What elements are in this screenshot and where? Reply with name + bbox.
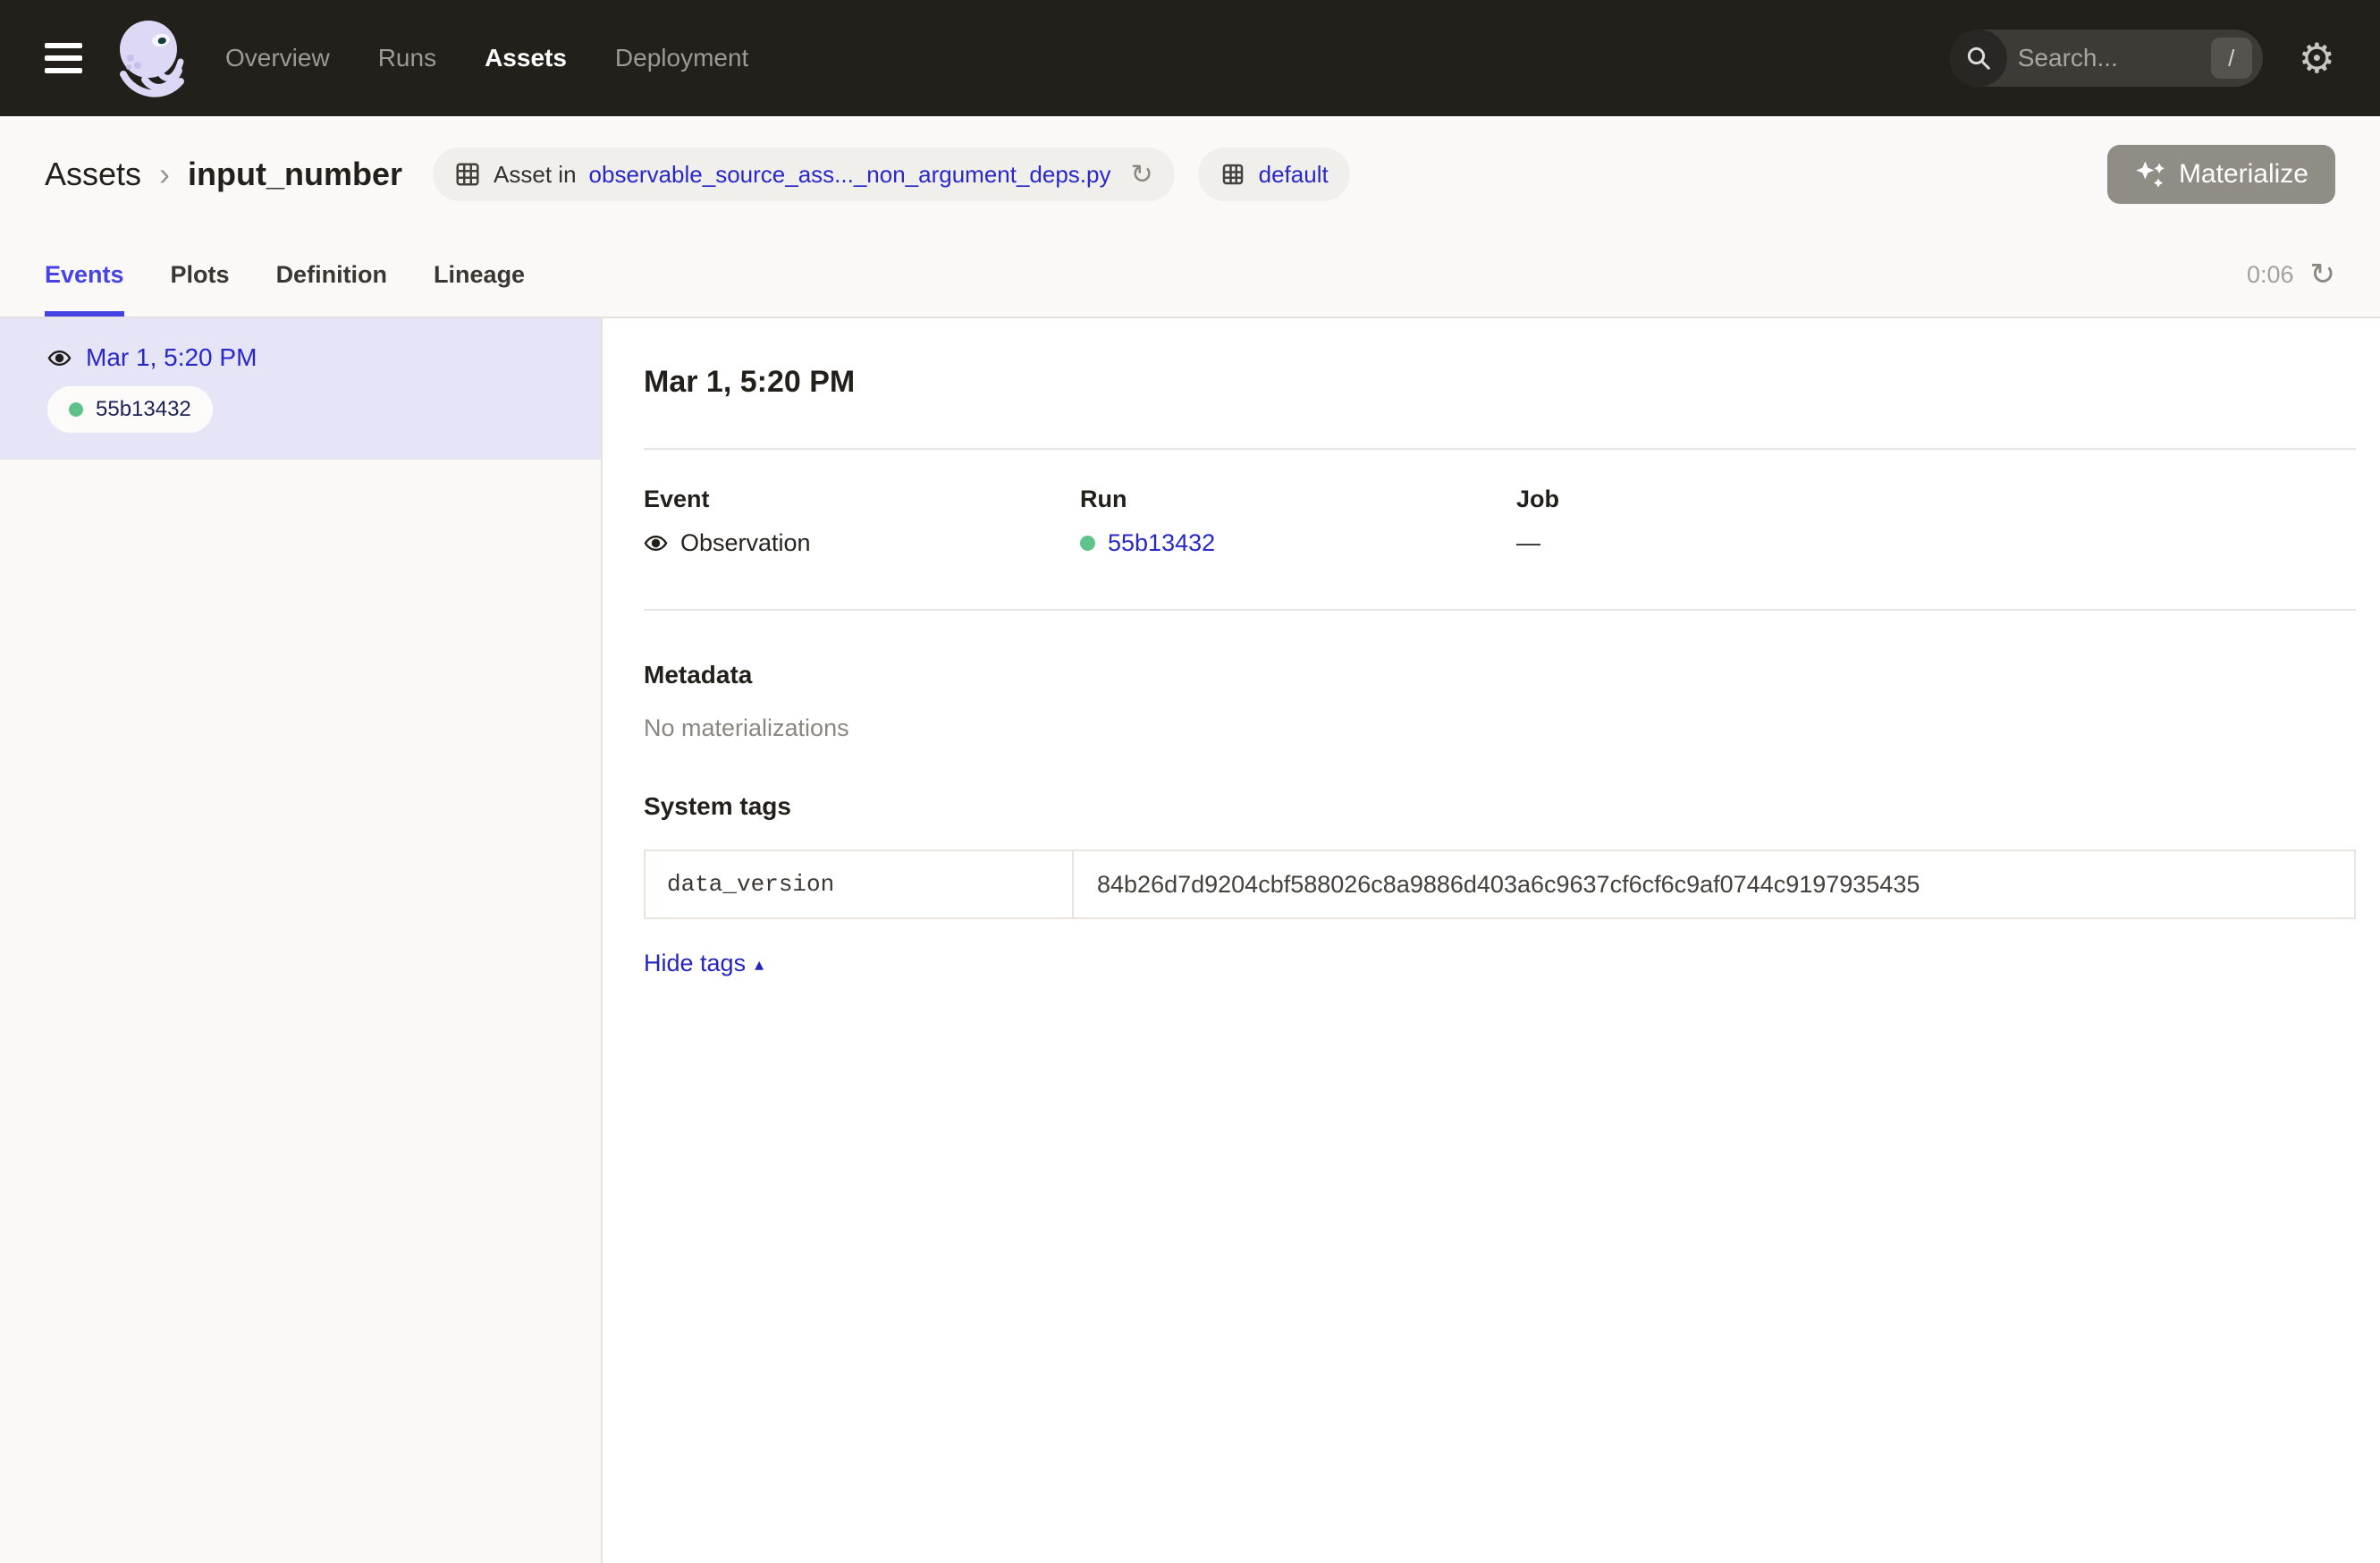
event-detail-panel: Mar 1, 5:20 PM Event Observation Run 55b… xyxy=(603,318,2380,1563)
event-list-item-selected[interactable]: Mar 1, 5:20 PM 55b13432 xyxy=(0,318,601,460)
nav-item-overview[interactable]: Overview xyxy=(225,44,330,72)
system-tags-table: data_version 84b26d7d9204cbf588026c8a988… xyxy=(644,849,2356,919)
event-list-sidebar: Mar 1, 5:20 PM 55b13432 xyxy=(0,318,603,1563)
event-timestamp-link[interactable]: Mar 1, 5:20 PM xyxy=(86,343,257,372)
primary-nav: Overview Runs Assets Deployment xyxy=(225,44,748,72)
asset-group-icon xyxy=(1220,161,1246,188)
asset-definition-pill: Asset in observable_source_ass..._non_ar… xyxy=(433,148,1175,201)
top-navigation-bar: Overview Runs Assets Deployment / ⚙ xyxy=(0,0,2380,116)
event-run-id: 55b13432 xyxy=(96,397,191,422)
asset-tabs-row: Events Plots Definition Lineage 0:06 ↻ xyxy=(0,232,2380,318)
run-column: Run 55b13432 xyxy=(1080,486,1516,557)
divider xyxy=(644,609,2356,611)
event-type-value: Observation xyxy=(680,529,811,557)
event-column: Event Observation xyxy=(644,486,1080,557)
system-tags-heading: System tags xyxy=(644,792,2356,821)
octopus-logo-icon xyxy=(109,13,191,103)
job-value: — xyxy=(1516,529,1540,557)
observation-eye-icon xyxy=(47,346,72,370)
search-icon xyxy=(1950,30,2007,87)
tabs: Events Plots Definition Lineage xyxy=(45,232,525,317)
caret-up-icon: ▴ xyxy=(755,953,764,975)
metadata-heading: Metadata xyxy=(644,661,2356,689)
tab-lineage[interactable]: Lineage xyxy=(434,232,525,317)
metadata-empty-text: No materializations xyxy=(644,714,2356,742)
run-id-link[interactable]: 55b13432 xyxy=(1108,529,1215,557)
divider xyxy=(644,448,2356,450)
event-detail-columns: Event Observation Run 55b13432 Job xyxy=(644,486,2356,557)
reload-definition-icon[interactable]: ↻ xyxy=(1131,159,1153,190)
run-label: Run xyxy=(1080,486,1516,513)
breadcrumb-assets-link[interactable]: Assets xyxy=(45,156,141,193)
event-detail-title: Mar 1, 5:20 PM xyxy=(644,318,2356,400)
event-run-pill: 55b13432 xyxy=(47,386,213,433)
gear-icon[interactable]: ⚙ xyxy=(2299,38,2335,79)
asset-pill-prefix: Asset in xyxy=(494,161,577,189)
refresh-icon[interactable]: ↻ xyxy=(2310,259,2336,290)
content-area: Mar 1, 5:20 PM 55b13432 Mar 1, 5:20 PM E… xyxy=(0,318,2380,1563)
asset-definition-link[interactable]: observable_source_ass..._non_argument_de… xyxy=(589,161,1111,189)
search-shortcut-key: / xyxy=(2211,38,2252,79)
refresh-countdown: 0:06 xyxy=(2247,261,2294,289)
system-tag-key: data_version xyxy=(646,851,1074,917)
run-success-dot xyxy=(1080,536,1095,551)
hide-tags-link[interactable]: Hide tags ▴ xyxy=(644,950,764,977)
asset-grid-icon xyxy=(454,161,481,188)
run-success-dot xyxy=(69,402,83,417)
search-input[interactable] xyxy=(2007,44,2211,72)
event-label: Event xyxy=(644,486,1080,513)
nav-item-assets[interactable]: Assets xyxy=(485,44,567,72)
menu-icon[interactable] xyxy=(45,43,82,73)
tab-plots[interactable]: Plots xyxy=(171,232,230,317)
tab-events[interactable]: Events xyxy=(45,232,124,317)
asset-group-link[interactable]: default xyxy=(1259,161,1329,189)
hide-tags-label: Hide tags xyxy=(644,950,746,977)
topbar-right-group: / ⚙ xyxy=(1950,30,2335,87)
breadcrumb-separator-icon: › xyxy=(159,156,170,193)
nav-item-deployment[interactable]: Deployment xyxy=(615,44,748,72)
asset-page-header: Assets › input_number Asset in observabl… xyxy=(0,116,2380,232)
nav-item-runs[interactable]: Runs xyxy=(378,44,436,72)
asset-group-pill: default xyxy=(1198,148,1350,201)
system-tag-value: 84b26d7d9204cbf588026c8a9886d403a6c9637c… xyxy=(1074,851,2354,917)
search-box[interactable]: / xyxy=(1950,30,2263,87)
materialize-button[interactable]: Materialize xyxy=(2107,145,2335,204)
observation-eye-icon xyxy=(644,531,668,555)
auto-refresh-group: 0:06 ↻ xyxy=(2247,259,2335,290)
job-column: Job — xyxy=(1516,486,1953,557)
tab-definition[interactable]: Definition xyxy=(276,232,387,317)
sparkle-icon xyxy=(2134,158,2166,190)
job-label: Job xyxy=(1516,486,1953,513)
breadcrumb-current-asset: input_number xyxy=(188,156,402,193)
dagster-logo[interactable] xyxy=(107,10,193,106)
materialize-button-label: Materialize xyxy=(2179,159,2308,190)
